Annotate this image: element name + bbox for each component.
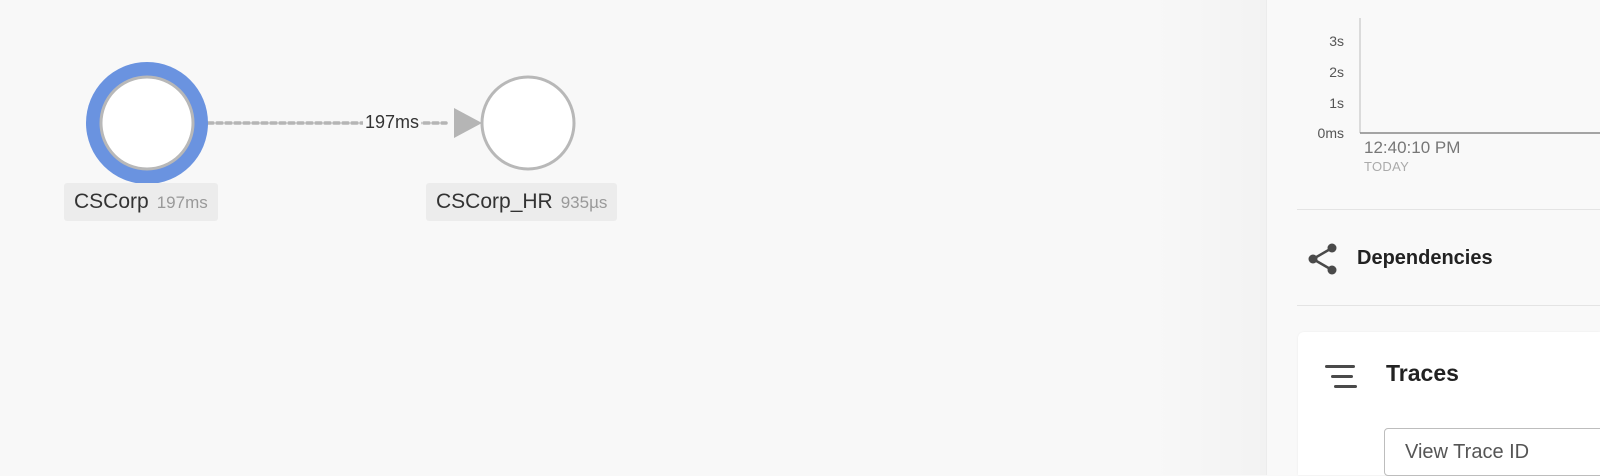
share-icon xyxy=(1308,243,1337,275)
section-divider xyxy=(1297,209,1600,210)
node-cscorp-hr[interactable] xyxy=(480,75,576,171)
panel-shadow xyxy=(1150,0,1266,475)
view-trace-id-input[interactable] xyxy=(1384,428,1600,476)
service-map-canvas[interactable]: 197ms CSCorp 197ms CSCorp_HR 935µs xyxy=(0,0,1266,475)
node-label-cscorp[interactable]: CSCorp 197ms xyxy=(64,183,218,221)
node-name: CSCorp xyxy=(74,190,149,213)
dependencies-section-header[interactable]: Dependencies xyxy=(1297,233,1600,283)
dependencies-title: Dependencies xyxy=(1357,247,1493,269)
node-circle[interactable] xyxy=(480,75,576,171)
node-name: CSCorp_HR xyxy=(436,190,553,213)
traces-title: Traces xyxy=(1386,360,1459,386)
node-latency: 935µs xyxy=(560,193,608,212)
chart-y-axis: 3s 2s 1s 0ms xyxy=(1266,0,1344,150)
latency-chart[interactable] xyxy=(1340,0,1600,150)
node-circle[interactable] xyxy=(99,75,195,171)
service-graph xyxy=(86,62,576,184)
node-label-cscorp-hr[interactable]: CSCorp_HR 935µs xyxy=(426,183,618,221)
section-divider xyxy=(1297,305,1600,306)
edge-arrowhead-icon xyxy=(454,108,482,138)
x-tick-label: 12:40:10 PM xyxy=(1364,138,1461,157)
node-latency: 197ms xyxy=(156,193,208,212)
node-cscorp[interactable] xyxy=(86,62,208,184)
list-lines-icon xyxy=(1325,365,1357,388)
traces-card: Traces xyxy=(1298,332,1600,476)
x-tick-sublabel: TODAY xyxy=(1364,159,1410,174)
edge-latency-label: 197ms xyxy=(363,111,422,133)
